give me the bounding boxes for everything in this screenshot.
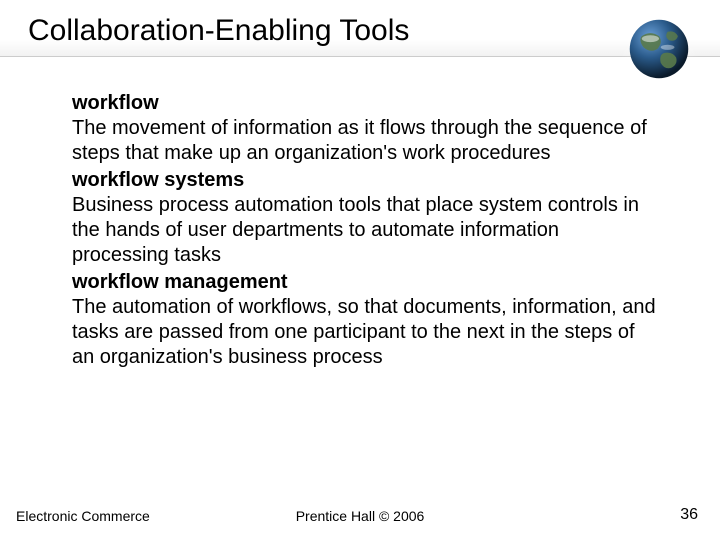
title-bar: Collaboration-Enabling Tools: [0, 0, 720, 57]
term-workflow-management: workflow management: [72, 270, 660, 295]
term-workflow-systems: workflow systems: [72, 168, 660, 193]
footer-center: Prentice Hall © 2006: [296, 508, 425, 524]
footer-left: Electronic Commerce: [16, 508, 150, 524]
page-number: 36: [680, 506, 698, 524]
slide-title: Collaboration-Enabling Tools: [28, 14, 692, 48]
globe-icon: [616, 6, 702, 92]
def-workflow-management: The automation of workflows, so that doc…: [72, 295, 660, 370]
slide-body: workflow The movement of information as …: [0, 57, 720, 370]
def-workflow: The movement of information as it flows …: [72, 116, 660, 166]
def-workflow-systems: Business process automation tools that p…: [72, 193, 660, 268]
term-workflow: workflow: [72, 91, 660, 116]
